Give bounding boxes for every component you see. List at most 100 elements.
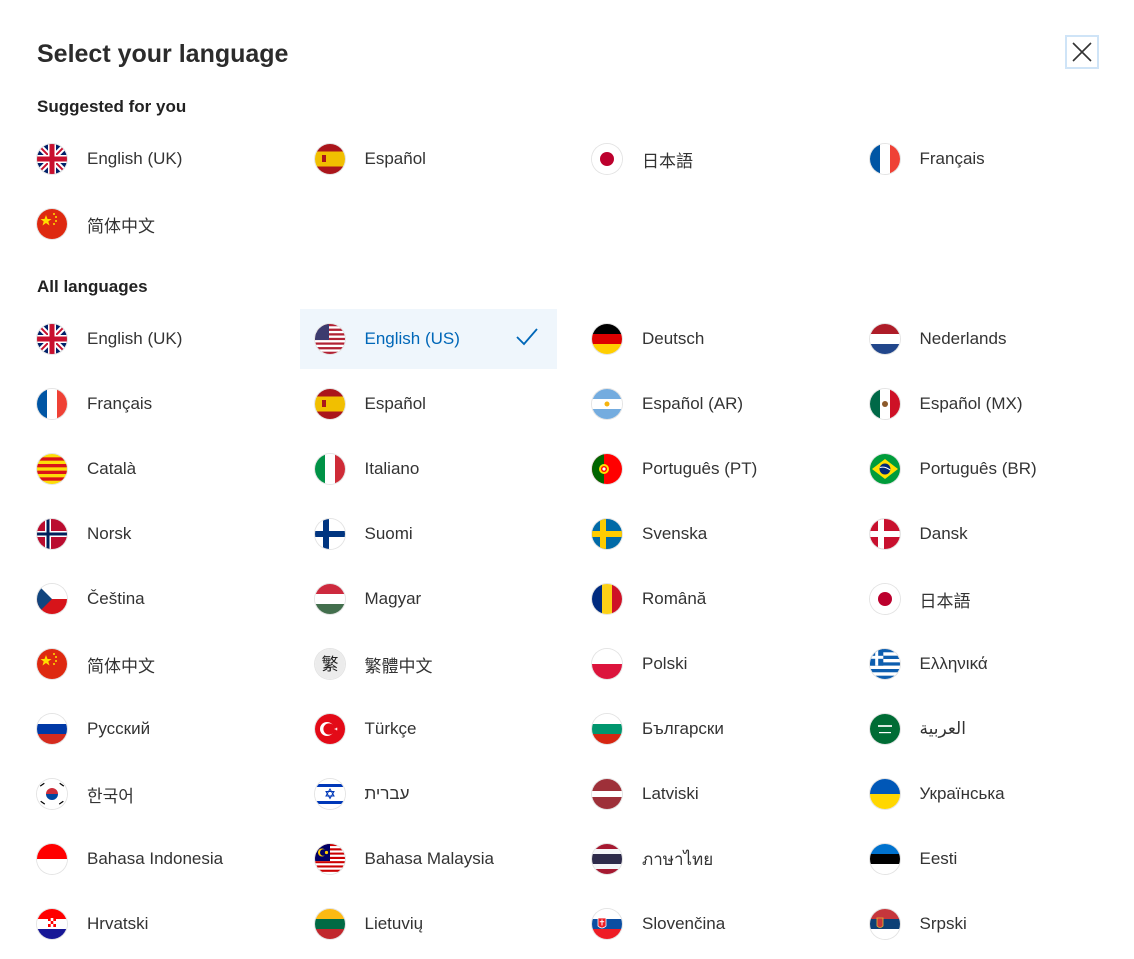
flag-gr-icon — [869, 649, 900, 679]
language-option-de[interactable]: Deutsch — [577, 309, 834, 369]
flag-de-icon — [592, 324, 622, 354]
flag-ro-icon — [592, 584, 622, 614]
flag-fr-icon — [37, 389, 67, 419]
flag-kr-icon — [37, 779, 67, 809]
language-label: Español — [364, 394, 426, 413]
language-option-no[interactable]: Norsk — [22, 504, 279, 564]
language-option-uk[interactable]: English (UK) — [22, 309, 279, 369]
language-label: Srpski — [919, 914, 967, 933]
language-option-uk[interactable]: English (UK) — [22, 129, 279, 189]
language-option-ro[interactable]: Română — [577, 569, 834, 629]
language-option-lv[interactable]: Latviski — [577, 764, 834, 824]
language-option-pt[interactable]: Português (PT) — [577, 439, 834, 499]
flag-uk-icon — [37, 324, 67, 354]
language-label: Polski — [642, 654, 688, 673]
language-option-ee[interactable]: Eesti — [855, 829, 1112, 889]
flag-br-icon — [869, 454, 900, 484]
language-label: 한국어 — [87, 786, 134, 806]
language-label: Hrvatski — [87, 914, 149, 933]
flag-cn-icon — [37, 649, 67, 679]
language-option-es[interactable]: Español — [300, 374, 557, 434]
flag-hu-icon — [314, 584, 345, 614]
flag-tw-icon: 繁 — [314, 649, 345, 679]
language-label: Suomi — [364, 524, 413, 543]
language-option-cn[interactable]: 简体中文 — [22, 634, 279, 694]
language-option-nl[interactable]: Nederlands — [855, 309, 1112, 369]
language-option-tr[interactable]: Türkçe — [300, 699, 557, 759]
language-option-bg[interactable]: Български — [577, 699, 834, 759]
language-option-sa[interactable]: العربية — [855, 699, 1112, 759]
language-label: Bahasa Indonesia — [87, 849, 224, 868]
language-option-ar[interactable]: Español (AR) — [577, 374, 834, 434]
language-option-dk[interactable]: Dansk — [855, 504, 1112, 564]
language-option-cz[interactable]: Čeština — [22, 569, 279, 629]
flag-ua-icon — [869, 779, 900, 809]
language-label: Norsk — [87, 524, 132, 543]
language-option-rs[interactable]: Srpski — [855, 894, 1112, 954]
flag-cz-icon — [37, 584, 67, 614]
language-option-my[interactable]: Bahasa Malaysia — [300, 829, 557, 889]
language-label: English (UK) — [87, 149, 183, 168]
language-label: 简体中文 — [87, 656, 155, 676]
language-option-hu[interactable]: Magyar — [300, 569, 557, 629]
flag-tr-icon — [314, 714, 345, 744]
language-option-ru[interactable]: Русский — [22, 699, 279, 759]
language-label: Slovenčina — [642, 914, 726, 933]
flag-id-icon — [37, 844, 67, 874]
language-label: Français — [87, 394, 153, 413]
language-option-jp[interactable]: 日本語 — [855, 569, 1112, 629]
language-option-jp[interactable]: 日本語 — [577, 129, 834, 189]
language-label: Ελληνικά — [919, 654, 988, 673]
flag-no-icon — [37, 519, 67, 549]
language-option-sk[interactable]: Slovenčina — [577, 894, 834, 954]
language-label: English (UK) — [87, 329, 183, 348]
language-option-il[interactable]: עברית — [300, 764, 557, 824]
language-option-us[interactable]: English (US) — [299, 309, 557, 369]
suggested-languages-list: English (UK) Español 日本語 Français 简体中文 — [22, 129, 1134, 259]
flag-ee-icon — [869, 844, 900, 874]
checkmark-icon — [515, 328, 538, 346]
flag-bg-icon — [592, 714, 622, 744]
language-option-kr[interactable]: 한국어 — [22, 764, 279, 824]
language-label: ภาษาไทย — [642, 849, 714, 869]
language-option-ua[interactable]: Українська — [855, 764, 1112, 824]
language-option-tw[interactable]: 繁 繁體中文 — [300, 634, 557, 694]
dialog-title: Select your language — [37, 40, 289, 68]
language-label: Dansk — [919, 524, 968, 543]
language-option-fr[interactable]: Français — [22, 374, 279, 434]
language-label: Magyar — [364, 589, 422, 608]
language-option-fi[interactable]: Suomi — [300, 504, 557, 564]
language-label: Български — [642, 719, 724, 738]
language-label: Français — [919, 149, 985, 168]
close-button[interactable] — [1065, 35, 1099, 69]
language-label: 繁體中文 — [364, 656, 433, 676]
language-option-es[interactable]: Español — [300, 129, 557, 189]
flag-uk-icon — [37, 144, 67, 174]
language-option-th[interactable]: ภาษาไทย — [577, 829, 834, 889]
language-option-id[interactable]: Bahasa Indonesia — [22, 829, 279, 889]
language-label: Português (BR) — [919, 459, 1037, 478]
flag-th-icon — [592, 844, 622, 874]
suggested-heading: Suggested for you — [37, 97, 187, 116]
language-label: Čeština — [87, 589, 145, 608]
flag-lt-icon — [314, 909, 345, 939]
language-option-cat[interactable]: Català — [22, 439, 279, 499]
language-option-fr[interactable]: Français — [855, 129, 1112, 189]
language-label: Русский — [87, 719, 151, 738]
language-option-pl[interactable]: Polski — [577, 634, 834, 694]
language-option-gr[interactable]: Ελληνικά — [855, 634, 1112, 694]
language-option-cn[interactable]: 简体中文 — [22, 194, 279, 254]
language-label: Latviski — [642, 784, 699, 803]
language-label: Español — [364, 149, 426, 168]
flag-jp-icon — [869, 584, 900, 614]
flag-fr-icon — [869, 144, 900, 174]
language-option-lt[interactable]: Lietuvių — [300, 894, 557, 954]
language-label: Español (AR) — [642, 394, 744, 413]
language-option-se[interactable]: Svenska — [577, 504, 834, 564]
close-icon — [1072, 42, 1092, 62]
language-option-br[interactable]: Português (BR) — [855, 439, 1112, 499]
language-label: Română — [642, 589, 707, 608]
language-option-it[interactable]: Italiano — [300, 439, 557, 499]
language-option-hr[interactable]: Hrvatski — [22, 894, 279, 954]
language-option-mx[interactable]: Español (MX) — [855, 374, 1112, 434]
